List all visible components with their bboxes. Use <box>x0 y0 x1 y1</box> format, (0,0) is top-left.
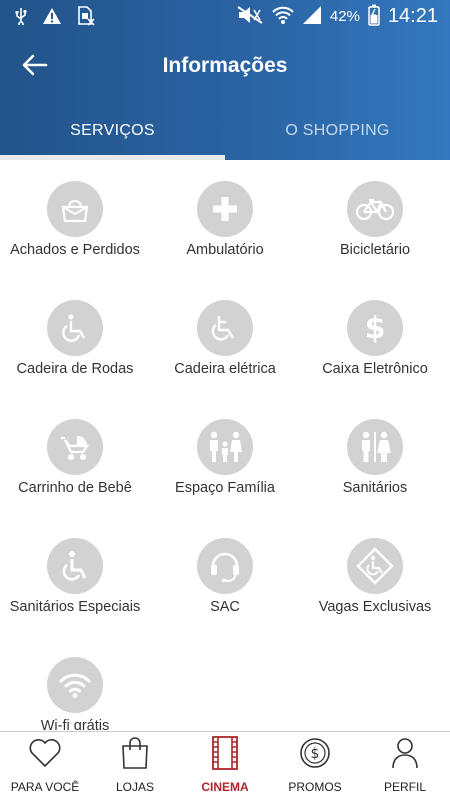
services-grid: Achados e Perdidos Ambulatório Bicicletá… <box>0 160 450 730</box>
plus-icon <box>197 181 253 237</box>
dollar-icon: $ <box>347 300 403 356</box>
service-ambulatorio[interactable]: Ambulatório <box>150 160 300 279</box>
user-icon <box>388 736 422 770</box>
nav-perfil[interactable]: PERFIL <box>360 732 450 800</box>
svg-text:$: $ <box>311 746 320 762</box>
family-icon <box>197 419 253 475</box>
nav-para-voce[interactable]: PARA VOCÊ <box>0 732 90 800</box>
shopping-bag-icon <box>118 736 152 770</box>
mute-icon <box>236 5 264 28</box>
service-cadeira-de-rodas[interactable]: Cadeira de Rodas <box>0 279 150 398</box>
nav-cinema[interactable]: CINEMA <box>180 732 270 800</box>
service-label: SAC <box>210 599 240 615</box>
nav-label: PARA VOCÊ <box>10 780 80 794</box>
tab-servicos[interactable]: SERVIÇOS <box>0 108 225 160</box>
nav-label: PERFIL <box>383 780 426 794</box>
service-sac[interactable]: SAC <box>150 517 300 636</box>
service-label: Vagas Exclusivas <box>318 599 432 615</box>
service-label: Achados e Perdidos <box>10 242 140 258</box>
electric-wheelchair-icon <box>197 300 253 356</box>
service-caixa-eletronico[interactable]: $ Caixa Eletrônico <box>300 279 450 398</box>
nav-lojas[interactable]: LOJAS <box>90 732 180 800</box>
service-label: Espaço Família <box>175 480 275 496</box>
service-sanitarios[interactable]: Sanitários <box>300 398 450 517</box>
accessible-parking-icon <box>347 538 403 594</box>
nav-label: CINEMA <box>201 780 249 794</box>
bottom-navigation: PARA VOCÊ LOJAS CINEMA $ PROMOS PERFIL <box>0 731 450 800</box>
service-label: Sanitários <box>342 480 408 496</box>
service-espaco-familia[interactable]: Espaço Família <box>150 398 300 517</box>
service-label: Wi-fi grátis <box>40 718 110 730</box>
tab-o-shopping[interactable]: O SHOPPING <box>225 108 450 160</box>
film-icon <box>208 736 242 770</box>
service-label: Cadeira elétrica <box>174 361 276 377</box>
service-sanitarios-especiais[interactable]: Sanitários Especiais <box>0 517 150 636</box>
restroom-icon <box>347 419 403 475</box>
service-achados-e-perdidos[interactable]: Achados e Perdidos <box>0 160 150 279</box>
usb-icon <box>14 7 28 28</box>
nav-promos[interactable]: $ PROMOS <box>270 732 360 800</box>
header: 42% 14:21 Informações SERVIÇOS O SHOPPIN… <box>0 0 450 160</box>
service-label: Sanitários Especiais <box>9 599 141 615</box>
service-label: Carrinho de Bebê <box>18 480 132 496</box>
service-carrinho-de-bebe[interactable]: Carrinho de Bebê <box>0 398 150 517</box>
service-cadeira-eletrica[interactable]: Cadeira elétrica <box>150 279 300 398</box>
service-bicicletario[interactable]: Bicicletário <box>300 160 450 279</box>
wifi-icon <box>272 5 294 28</box>
battery-percentage: 42% <box>329 8 360 25</box>
nav-label: LOJAS <box>115 780 154 794</box>
app-bar: Informações <box>0 36 450 96</box>
sim-off-icon <box>76 6 96 29</box>
signal-icon <box>302 5 322 28</box>
page-title: Informações <box>162 54 288 77</box>
nav-label: PROMOS <box>288 780 342 794</box>
bicycle-icon <box>347 181 403 237</box>
status-bar: 42% 14:21 <box>0 0 450 32</box>
wheelchair-icon <box>47 300 103 356</box>
stroller-icon <box>47 419 103 475</box>
clock: 14:21 <box>387 5 438 27</box>
service-vagas-exclusivas[interactable]: Vagas Exclusivas <box>300 517 450 636</box>
service-label: Cadeira de Rodas <box>16 361 134 377</box>
service-label: Ambulatório <box>186 242 264 258</box>
service-label: Caixa Eletrônico <box>322 361 428 377</box>
accessible-icon <box>47 538 103 594</box>
service-label: Bicicletário <box>339 242 411 258</box>
bag-icon <box>47 181 103 237</box>
warning-icon <box>42 7 62 28</box>
service-wi-fi-gratis[interactable]: Wi-fi grátis <box>0 636 150 730</box>
battery-icon <box>368 4 380 29</box>
coin-icon: $ <box>298 736 332 770</box>
heart-icon <box>28 736 62 770</box>
tab-bar: SERVIÇOS O SHOPPING <box>0 108 450 160</box>
wifi-icon <box>47 657 103 713</box>
headset-icon <box>197 538 253 594</box>
